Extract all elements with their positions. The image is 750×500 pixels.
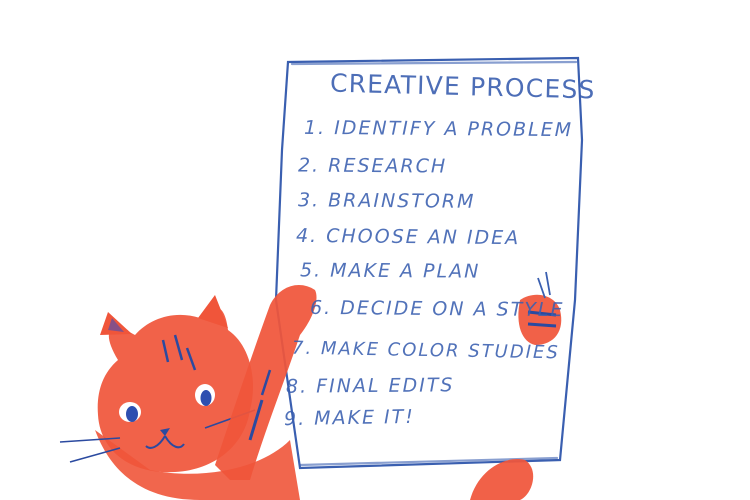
illustration: CREATIVE PROCESS 1. IDENTIFY A PROBLEM 2…: [0, 0, 750, 500]
cat-right-pupil: [200, 390, 212, 406]
illustration-art: [59, 56, 584, 500]
paper-sign: [274, 56, 584, 470]
cat-right-paw-stripe: [527, 322, 557, 328]
cat-left-pupil: [126, 406, 138, 422]
cat-claws: [537, 271, 551, 299]
cat-right-paw: [518, 294, 562, 345]
cat-bottom-paw: [470, 459, 534, 500]
